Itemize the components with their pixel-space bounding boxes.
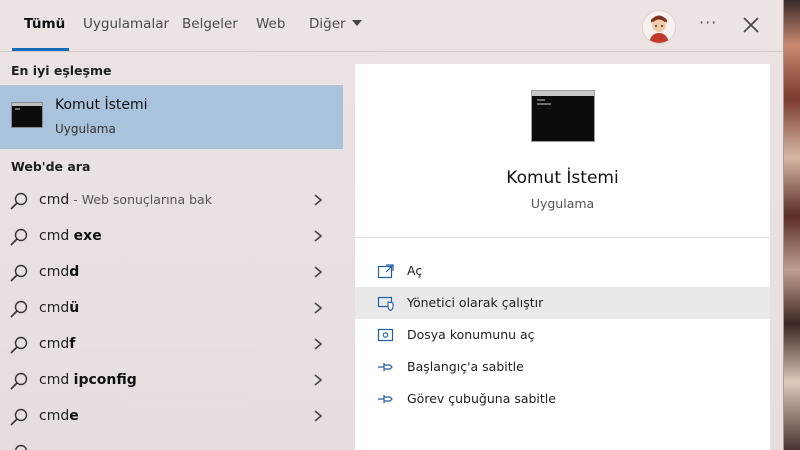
result-completion: f [69, 336, 76, 352]
action-label: Görev çubuğuna sabitle [407, 391, 556, 406]
filter-tabs: Tümü Uygulamalar Belgeler Web Diğer ··· [0, 0, 783, 52]
chevron-down-icon [351, 20, 362, 26]
chevron-right-icon[interactable] [312, 229, 324, 243]
action-label: Dosya konumunu aç [407, 327, 535, 342]
tab-all[interactable]: Tümü [24, 16, 65, 32]
action-label: Başlangıç'a sabitle [407, 359, 524, 374]
action-open-file-location[interactable]: Dosya konumunu aç [355, 319, 770, 351]
result-query: cmd [39, 300, 70, 316]
chevron-right-icon[interactable] [312, 337, 324, 351]
web-result-text: cmdü [39, 300, 79, 316]
tab-documents[interactable]: Belgeler [182, 16, 238, 32]
pin-icon [378, 363, 393, 371]
chevron-right-icon[interactable] [312, 265, 324, 279]
tab-more[interactable]: Diğer [309, 16, 362, 32]
web-result-item[interactable]: cmd ipconfig [0, 362, 343, 398]
action-label: Aç [407, 263, 423, 278]
tab-more-label: Diğer [309, 16, 346, 32]
action-label: Yönetici olarak çalıştır [407, 295, 544, 310]
tab-web[interactable]: Web [256, 16, 285, 32]
chevron-right-icon[interactable] [312, 193, 324, 207]
command-prompt-icon [11, 102, 43, 128]
search-icon [14, 444, 28, 450]
search-icon [10, 228, 28, 246]
search-icon [10, 372, 28, 390]
result-completion: e [69, 408, 79, 424]
open-icon [377, 264, 394, 279]
avatar-icon [643, 11, 675, 43]
close-icon[interactable] [741, 15, 761, 35]
web-result-text: cmdf [39, 336, 75, 352]
chevron-right-icon[interactable] [312, 409, 324, 423]
user-avatar[interactable] [642, 10, 676, 44]
result-query: cmd [39, 192, 70, 208]
result-completion: ü [69, 300, 80, 316]
result-completion: exe [73, 228, 102, 244]
best-match-title: Komut İstemi [55, 97, 148, 113]
result-query: cmd [39, 372, 74, 388]
result-query: cmd [39, 228, 74, 244]
search-panel: Tümü Uygulamalar Belgeler Web Diğer ··· … [0, 0, 783, 450]
result-hint: - Web sonuçlarına bak [69, 192, 212, 207]
result-query: cmd [39, 264, 70, 280]
command-prompt-large-icon [531, 90, 595, 142]
web-result-item[interactable]: cmdf [0, 326, 343, 362]
web-result-item[interactable]: cmd exe [0, 218, 343, 254]
preview-subtitle: Uygulama [530, 196, 595, 211]
web-search-heading: Web'de ara [11, 159, 91, 174]
search-icon [10, 192, 28, 210]
best-match-item[interactable] [0, 85, 343, 149]
result-query: cmd [39, 408, 70, 424]
web-result-text: cmd ipconfig [39, 372, 137, 388]
search-icon [10, 408, 28, 426]
preview-divider [355, 237, 770, 238]
action-pin-to-taskbar[interactable]: Görev çubuğuna sabitle [355, 383, 770, 415]
pin-icon [378, 395, 393, 403]
action-pin-to-start[interactable]: Başlangıç'a sabitle [355, 351, 770, 383]
result-completion: ipconfig [73, 372, 137, 388]
tabs-divider [0, 51, 783, 52]
web-result-text: cmde [39, 408, 79, 424]
search-icon [10, 300, 28, 318]
chevron-right-icon[interactable] [312, 373, 324, 387]
web-result-text: cmd exe [39, 228, 102, 244]
more-options-button[interactable]: ··· [699, 13, 717, 32]
web-result-item[interactable]: cmdd [0, 254, 343, 290]
shield-run-as-admin-icon [377, 296, 394, 311]
action-run-as-admin[interactable]: Yönetici olarak çalıştır [355, 287, 770, 319]
result-query: cmd [39, 336, 70, 352]
file-location-icon [377, 328, 394, 342]
search-icon [10, 264, 28, 282]
tab-apps[interactable]: Uygulamalar [83, 16, 169, 32]
web-result-text: cmd - Web sonuçlarına bak [39, 192, 212, 208]
web-result-item[interactable]: cmd - Web sonuçlarına bak [0, 182, 343, 218]
web-result-item-partial[interactable] [0, 434, 343, 450]
best-match-heading: En iyi eşleşme [11, 63, 112, 78]
result-completion: d [69, 264, 80, 280]
chevron-right-icon[interactable] [312, 301, 324, 315]
desktop-wallpaper [784, 0, 800, 450]
action-open[interactable]: Aç [355, 255, 770, 287]
search-icon [10, 336, 28, 354]
best-match-subtitle: Uygulama [55, 122, 116, 136]
web-result-item[interactable]: cmdü [0, 290, 343, 326]
web-result-item[interactable]: cmde [0, 398, 343, 434]
web-result-text: cmdd [39, 264, 79, 280]
preview-title: Komut İstemi [506, 168, 619, 188]
